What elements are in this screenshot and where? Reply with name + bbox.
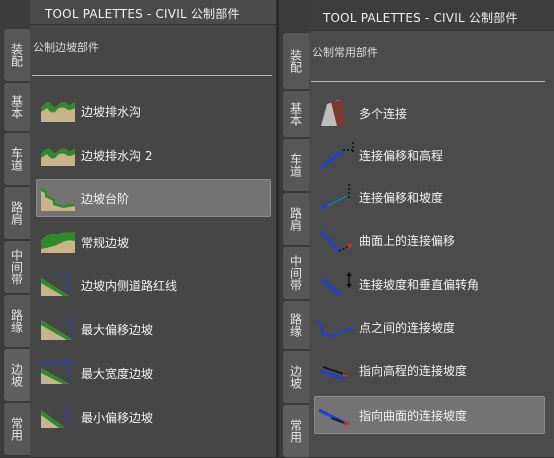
tool-multiple-links[interactable]: 多个连接	[314, 94, 545, 132]
palette-title: TOOL PALETTES - CIVIL 公制部件	[323, 11, 518, 25]
tool-label: 边坡排水沟	[81, 104, 142, 119]
tool-link-offset-on-surface[interactable]: 曲面上的连接偏移	[314, 221, 545, 259]
link-slope-to-elevation-icon	[317, 355, 355, 385]
tool-label: 多个连接	[359, 106, 408, 121]
link-slope-vertical-deflection-icon	[317, 269, 355, 299]
palette-title: TOOL PALETTES - CIVIL 公制部件	[45, 7, 240, 21]
link-offset-on-surface-icon	[317, 225, 355, 255]
tool-label: 连接坡度和垂直偏转角	[359, 277, 480, 292]
tool-link-slope-between-points[interactable]: 点之间的连接坡度	[314, 308, 545, 346]
tab-medians[interactable]: 中间带	[282, 246, 309, 300]
tool-slope-row[interactable]: 边坡内侧道路红线	[36, 266, 271, 304]
tool-label: 最大宽度边坡	[81, 366, 154, 381]
tool-min-offset-slope[interactable]: 最小偏移边坡	[36, 398, 271, 436]
tab-assembly[interactable]: 装配	[3, 28, 30, 82]
tool-label: 边坡台阶	[81, 191, 130, 206]
tab-shoulders[interactable]: 路肩	[282, 192, 309, 246]
palette-title-bar[interactable]: TOOL PALETTES - CIVIL 公制部件	[30, 0, 276, 25]
tool-label: 指向高程的连接坡度	[359, 363, 468, 378]
tab-basic[interactable]: 基本	[282, 90, 309, 138]
tool-slope-bench[interactable]: 边坡台阶	[36, 179, 271, 217]
tab-curbs[interactable]: 路缘	[3, 294, 30, 348]
tool-label: 点之间的连接坡度	[359, 320, 456, 335]
min-offset-slope-icon	[39, 402, 77, 432]
tool-label: 最小偏移边坡	[81, 410, 154, 425]
tool-label: 曲面上的连接偏移	[359, 233, 456, 248]
tool-label: 指向曲面的连接坡度	[359, 408, 468, 423]
tool-link-slope-to-elevation[interactable]: 指向高程的连接坡度	[314, 351, 545, 389]
palette-content: 公制边坡部件 边坡排水沟 边坡排水沟 2 边坡台阶 常规边坡 边坡内侧道路红线 …	[30, 25, 280, 457]
section-label: 公制边坡部件	[33, 41, 99, 54]
tool-label: 连接偏移和高程	[359, 148, 444, 163]
tab-generic[interactable]: 常用	[3, 402, 30, 456]
slope-bench-icon	[39, 183, 77, 213]
tab-curbs[interactable]: 路缘	[282, 300, 309, 350]
tool-label: 最大偏移边坡	[81, 322, 154, 337]
link-offset-slope-icon	[317, 182, 355, 212]
section-divider	[311, 81, 545, 82]
tool-label: 边坡排水沟 2	[81, 148, 153, 163]
tab-slopes[interactable]: 边坡	[3, 348, 30, 402]
palette-tab-strip: 装配 基本 车道 路肩 中间带 路缘 边坡 常用	[0, 0, 30, 457]
slope-ditch-icon	[39, 96, 77, 126]
tool-palette-slopes: 装配 基本 车道 路肩 中间带 路缘 边坡 常用 TOOL PALETTES -…	[0, 0, 280, 457]
slope-row-icon	[39, 270, 77, 300]
tool-slope-ditch[interactable]: 边坡排水沟	[36, 92, 271, 130]
tab-basic[interactable]: 基本	[3, 82, 30, 132]
tab-lanes[interactable]: 车道	[282, 138, 309, 192]
tool-basic-slope[interactable]: 常规边坡	[36, 223, 271, 261]
palette-title-bar[interactable]: TOOL PALETTES - CIVIL 公制部件	[309, 0, 554, 31]
tool-link-slope-vertical-deflection[interactable]: 连接坡度和垂直偏转角	[314, 265, 545, 303]
tab-medians[interactable]: 中间带	[3, 240, 30, 294]
tab-assembly[interactable]: 装配	[282, 32, 309, 90]
tool-link-offset-slope[interactable]: 连接偏移和坡度	[314, 178, 545, 216]
link-slope-to-surface-icon	[317, 400, 355, 430]
palette-tab-strip: 装配 基本 车道 路肩 中间带 路缘 边坡 常用	[279, 0, 309, 458]
tab-lanes[interactable]: 车道	[3, 132, 30, 186]
tool-label: 常规边坡	[81, 235, 130, 250]
tool-label: 连接偏移和坡度	[359, 190, 444, 205]
tool-link-slope-to-surface[interactable]: 指向曲面的连接坡度	[314, 396, 545, 434]
link-slope-between-points-icon	[317, 312, 355, 342]
tab-slopes[interactable]: 边坡	[282, 350, 309, 404]
tab-generic[interactable]: 常用	[282, 404, 309, 458]
tool-label: 边坡内侧道路红线	[81, 278, 178, 293]
tab-shoulders[interactable]: 路肩	[3, 186, 30, 240]
tool-max-width-slope[interactable]: 最大宽度边坡	[36, 354, 271, 392]
link-offset-elevation-icon	[317, 140, 355, 170]
basic-slope-icon	[39, 227, 77, 257]
tool-slope-ditch-2[interactable]: 边坡排水沟 2	[36, 136, 271, 174]
max-width-slope-icon	[39, 358, 77, 388]
tool-link-offset-elevation[interactable]: 连接偏移和高程	[314, 136, 545, 174]
section-divider	[32, 75, 272, 76]
slope-ditch-2-icon	[39, 140, 77, 170]
palette-content: 公制常用部件 多个连接 连接偏移和高程 连接偏移和坡度 曲面上的连接偏移 连接坡…	[309, 30, 554, 457]
tool-max-offset-slope[interactable]: 最大偏移边坡	[36, 310, 271, 348]
max-offset-slope-icon	[39, 314, 77, 344]
tool-palette-generic: 装配 基本 车道 路肩 中间带 路缘 边坡 常用 TOOL PALETTES -…	[276, 0, 554, 458]
multiple-links-icon	[317, 98, 355, 128]
section-label: 公制常用部件	[312, 46, 378, 59]
